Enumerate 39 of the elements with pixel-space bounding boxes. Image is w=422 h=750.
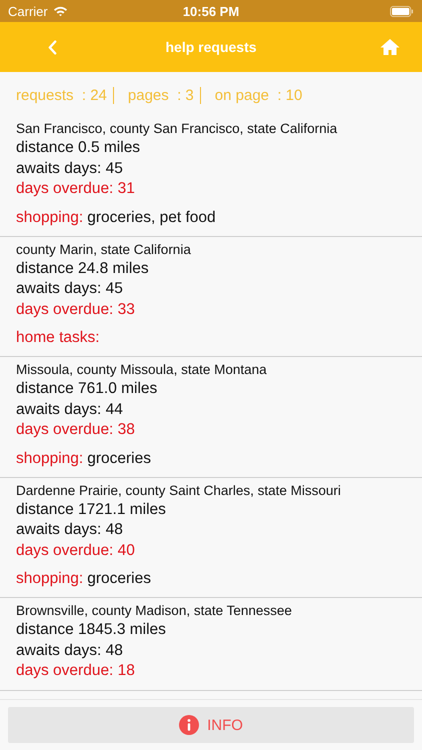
overdue-text: days overdue: 31 bbox=[16, 179, 136, 199]
awaits-text: awaits days: 44 bbox=[16, 400, 124, 420]
location-text: San Francisco, county San Francisco, state California bbox=[16, 120, 338, 138]
distance-text: distance 1721.1 miles bbox=[16, 500, 167, 520]
category-label: shopping: bbox=[16, 448, 84, 468]
screen-title: help requests bbox=[165, 39, 257, 55]
clock: 10:56 PM bbox=[182, 4, 240, 18]
awaits-text: awaits days: 45 bbox=[16, 158, 124, 178]
location-text: county Marin, state California bbox=[16, 240, 192, 258]
category-items: groceries, pet food bbox=[87, 208, 216, 228]
info-button[interactable]: INFO bbox=[8, 707, 414, 743]
summary-text: pages : 3 bbox=[128, 87, 194, 104]
category-items: groceries bbox=[87, 448, 151, 468]
wifi-icon bbox=[52, 5, 68, 17]
info-icon bbox=[179, 715, 200, 735]
summary-text: requests : 24 bbox=[16, 87, 107, 104]
category-label: home tasks: bbox=[16, 328, 100, 348]
distance-text: distance 761.0 miles bbox=[16, 379, 158, 399]
summary-text: on page : 10 bbox=[214, 87, 302, 104]
location-text: Missoula, county Missoula, state Montana bbox=[16, 361, 268, 379]
battery-icon bbox=[390, 6, 414, 16]
distance-text: distance 0.5 miles bbox=[16, 138, 142, 158]
category-items: groceries bbox=[87, 569, 151, 589]
category-label: shopping: bbox=[16, 208, 84, 228]
carrier-label: Carrier bbox=[8, 4, 48, 18]
back-icon[interactable] bbox=[48, 40, 57, 54]
awaits-text: awaits days: 48 bbox=[16, 520, 124, 540]
category-label: shopping: bbox=[16, 569, 84, 589]
home-icon[interactable] bbox=[380, 38, 400, 56]
distance-text: distance 24.8 miles bbox=[16, 258, 150, 278]
location-text: Dardenne Prairie, county Saint Charles, state Missouri bbox=[16, 482, 342, 500]
overdue-text: days overdue: 33 bbox=[16, 300, 136, 320]
awaits-text: awaits days: 45 bbox=[16, 279, 124, 299]
awaits-text: awaits days: 48 bbox=[16, 640, 124, 660]
overdue-text: days overdue: 38 bbox=[16, 420, 136, 440]
overdue-text: days overdue: 40 bbox=[16, 540, 136, 560]
overdue-text: days overdue: 18 bbox=[16, 661, 136, 681]
distance-text: distance 1845.3 miles bbox=[16, 620, 167, 640]
location-text: Brownsville, county Madison, state Tennessee bbox=[16, 602, 293, 620]
